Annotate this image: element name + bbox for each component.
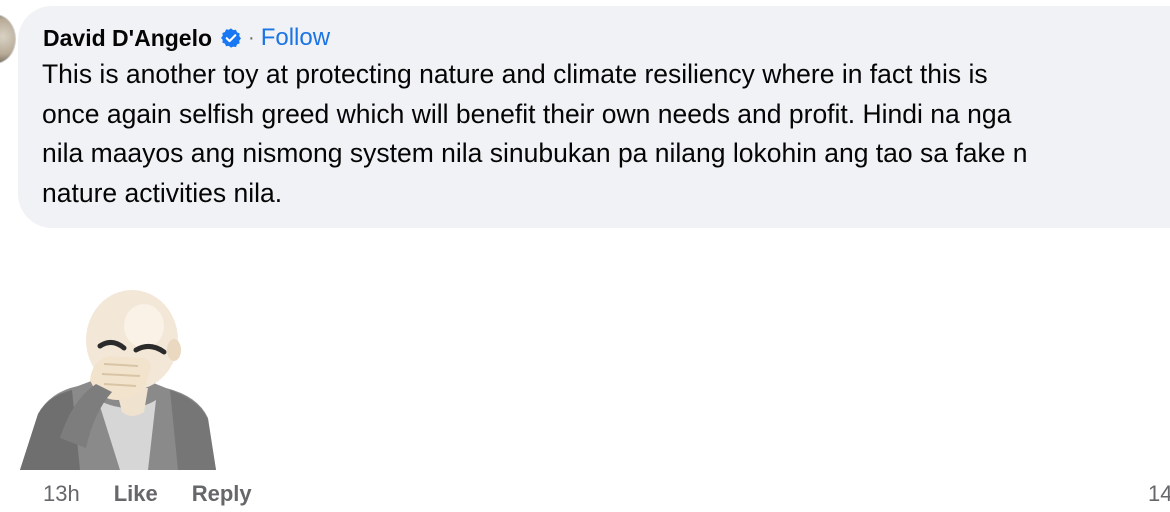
header-separator: · bbox=[248, 26, 255, 49]
like-button[interactable]: Like bbox=[114, 481, 158, 507]
comment-line: nila maayos ang nismong system nila sinu… bbox=[42, 138, 1028, 168]
comment-timestamp[interactable]: 13h bbox=[43, 481, 80, 507]
comment-body: This is another toy at protecting nature… bbox=[42, 55, 1170, 213]
verified-badge-icon bbox=[220, 27, 242, 49]
comment-line: nature activities nila. bbox=[42, 177, 283, 208]
comment-line: once again selfish greed which will bene… bbox=[42, 98, 1012, 129]
comment-thread: David D'Angelo · Follow This is another … bbox=[0, 0, 1170, 512]
author-name[interactable]: David D'Angelo bbox=[43, 25, 212, 52]
reply-button[interactable]: Reply bbox=[192, 481, 252, 507]
facepalm-avatar-sticker[interactable] bbox=[20, 288, 220, 470]
reaction-count[interactable]: 14 bbox=[1148, 478, 1170, 510]
follow-button[interactable]: Follow bbox=[261, 24, 330, 52]
author-avatar[interactable] bbox=[0, 14, 16, 64]
comment-header: David D'Angelo · Follow bbox=[43, 22, 330, 54]
comment-line: This is another toy at protecting nature… bbox=[42, 59, 988, 89]
comment-actions: 13h Like Reply bbox=[43, 478, 252, 510]
